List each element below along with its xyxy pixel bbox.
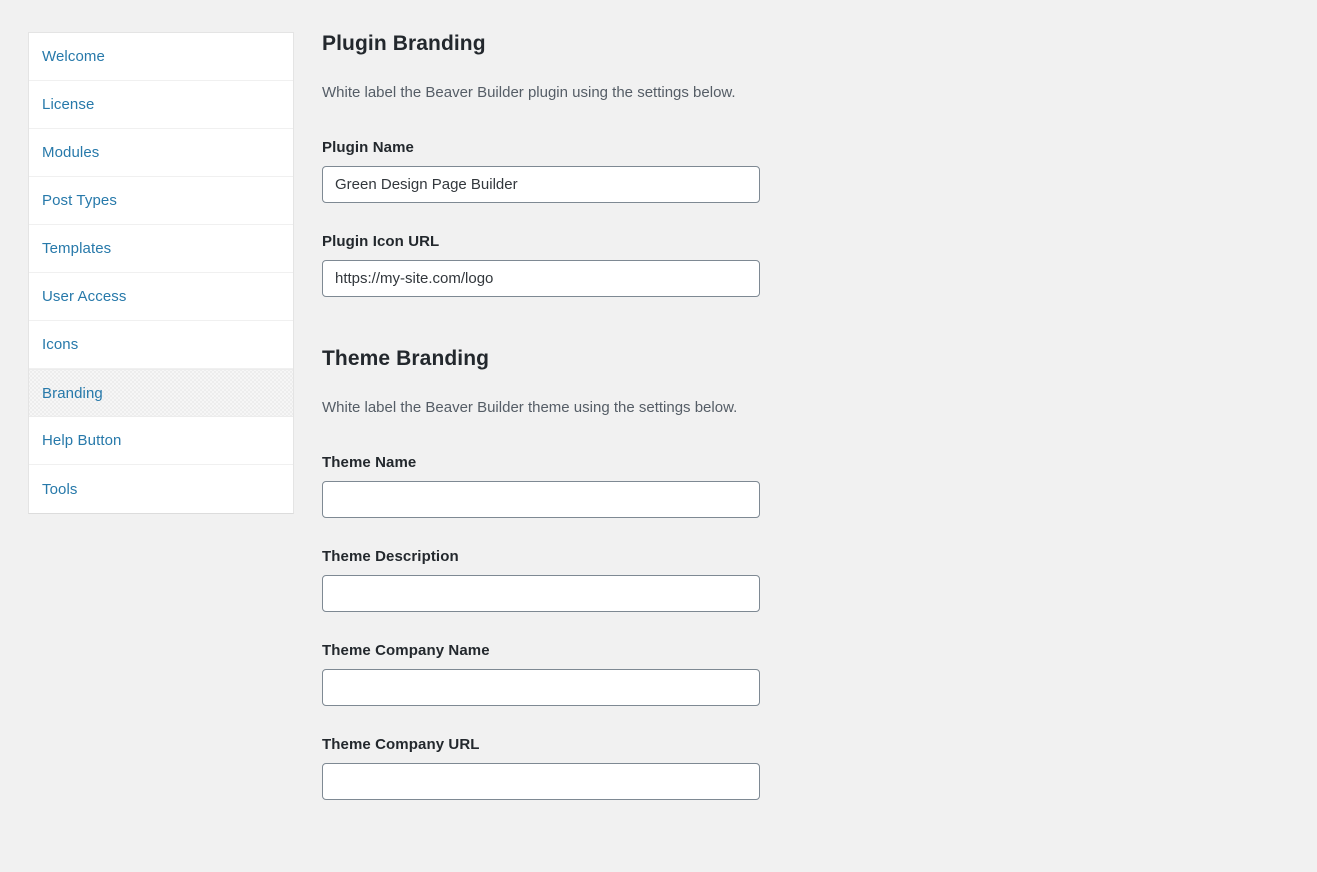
theme-branding-section: Theme Branding White label the Beaver Bu… [322, 345, 1317, 800]
theme-name-field-group: Theme Name [322, 454, 1317, 518]
sidebar-item-branding[interactable]: Branding [29, 369, 293, 417]
settings-page: Welcome License Modules Post Types Templ… [0, 0, 1317, 872]
theme-name-input[interactable] [322, 480, 760, 518]
plugin-icon-url-label: Plugin Icon URL [322, 232, 440, 250]
plugin-name-label: Plugin Name [322, 138, 414, 156]
plugin-name-field-group: Plugin Name [322, 139, 1317, 203]
sidebar-item-label: Tools [42, 480, 78, 498]
sidebar-item-icons[interactable]: Icons [29, 321, 293, 369]
sidebar-item-post-types[interactable]: Post Types [29, 177, 293, 225]
theme-branding-description: White label the Beaver Builder theme usi… [322, 399, 738, 417]
sidebar-item-templates[interactable]: Templates [29, 225, 293, 273]
sidebar-item-label: License [42, 96, 95, 113]
sidebar-item-label: Post Types [42, 192, 117, 209]
theme-company-name-label: Theme Company Name [322, 641, 490, 659]
theme-description-label: Theme Description [322, 547, 459, 565]
plugin-icon-url-input[interactable] [322, 259, 760, 297]
plugin-branding-description: White label the Beaver Builder plugin us… [322, 84, 736, 102]
sidebar-item-label: Branding [42, 384, 103, 402]
theme-company-name-field-group: Theme Company Name [322, 642, 1317, 706]
sidebar-item-label: Icons [42, 336, 79, 353]
theme-description-input[interactable] [322, 574, 760, 612]
sidebar-item-label: Welcome [42, 48, 105, 65]
plugin-icon-url-field-group: Plugin Icon URL [322, 233, 1317, 297]
settings-sidebar: Welcome License Modules Post Types Templ… [28, 32, 294, 514]
sidebar-item-label: Templates [42, 240, 112, 257]
plugin-branding-section: Plugin Branding White label the Beaver B… [322, 30, 1317, 297]
sidebar-item-license[interactable]: License [29, 81, 293, 129]
sidebar-item-label: User Access [42, 288, 127, 305]
theme-branding-title: Theme Branding [322, 346, 490, 370]
sidebar-item-tools[interactable]: Tools [29, 465, 293, 513]
page-title: Plugin Branding [322, 32, 486, 55]
sidebar-item-modules[interactable]: Modules [29, 129, 293, 177]
theme-company-url-field-group: Theme Company URL [322, 736, 1317, 800]
theme-name-label: Theme Name [322, 453, 417, 471]
sidebar-item-help-button[interactable]: Help Button [29, 417, 293, 465]
theme-company-url-input[interactable] [322, 762, 760, 800]
sidebar-item-label: Modules [42, 144, 100, 161]
sidebar-item-label: Help Button [42, 432, 122, 449]
sidebar-item-welcome[interactable]: Welcome [29, 33, 293, 81]
theme-description-field-group: Theme Description [322, 548, 1317, 612]
plugin-name-input[interactable] [322, 165, 760, 203]
theme-company-url-label: Theme Company URL [322, 735, 480, 753]
settings-content: Plugin Branding White label the Beaver B… [322, 30, 1317, 800]
sidebar-item-user-access[interactable]: User Access [29, 273, 293, 321]
theme-company-name-input[interactable] [322, 668, 760, 706]
